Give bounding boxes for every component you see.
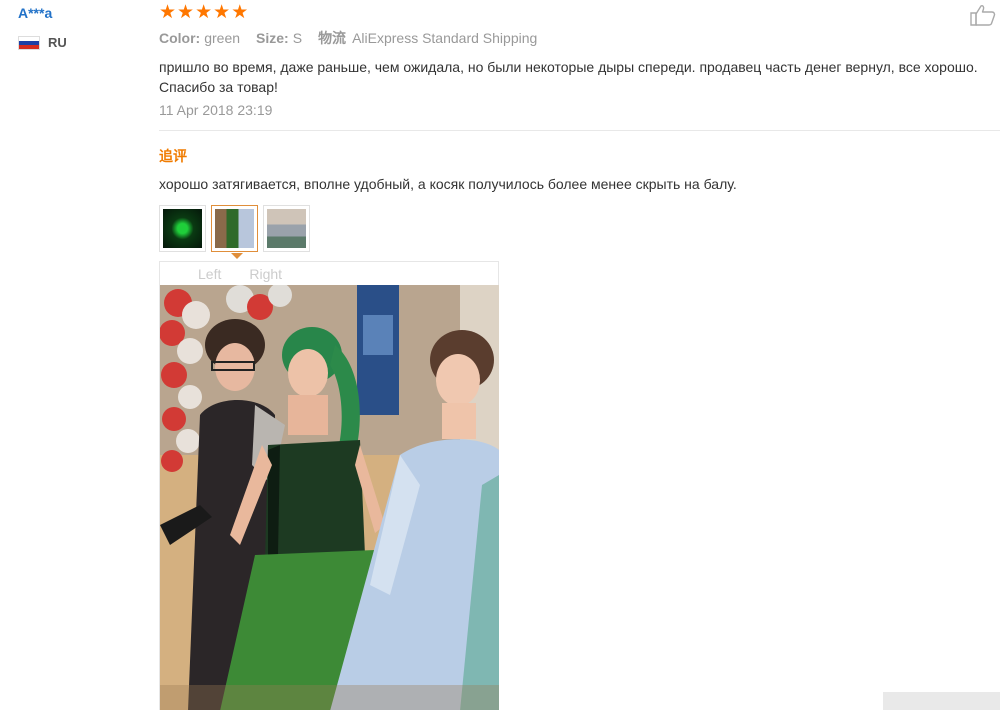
followup-title: 追评 [159,148,187,164]
shipping-value: AliExpress Standard Shipping [352,30,538,46]
star-icon: ★ [177,2,195,23]
rotate-right-button[interactable]: Right [249,266,282,282]
star-icon: ★ [231,2,249,23]
country-code: RU [48,35,67,50]
star-icon: ★ [159,2,177,23]
review-date: 11 Apr 2018 23:19 [159,102,273,118]
thumbnail-image [267,209,306,248]
reviewer-info: A***a RU [18,4,138,50]
image-viewer: Left Right [159,261,499,710]
thumbnail-3[interactable] [263,205,310,252]
shipping-label: 物流 [318,30,347,46]
reviewer-name[interactable]: A***a [18,4,138,22]
reviewer-country: RU [18,35,138,50]
thumbnail-image [163,209,202,248]
followup-text: хорошо затягивается, вполне удобный, а к… [159,176,737,192]
star-rating: ★ ★ ★ ★ ★ [159,3,248,22]
thumbnail-image [215,209,254,248]
thumbnail-1[interactable] [159,205,206,252]
viewer-nav: Left Right [160,262,498,285]
review-text: пришло во время, даже раньше, чем ожидал… [159,59,978,95]
size-value: S [292,30,303,46]
size-label: Size: [256,30,289,46]
color-value: green [204,30,241,46]
active-thumbnail-indicator [231,253,243,259]
page-corner-button[interactable] [883,692,1000,710]
star-icon: ★ [195,2,213,23]
color-label: Color: [159,30,201,46]
review-photo[interactable] [160,285,499,710]
followup-thumbnails [159,205,310,252]
review-meta: Color: green Size: S 物流 AliExpress Stand… [159,28,537,48]
divider [159,130,1000,131]
thumbnail-2[interactable] [211,205,258,252]
review-content: ★ ★ ★ ★ ★ Color: green Size: S 物流 AliExp… [159,0,1000,710]
rotate-left-button[interactable]: Left [198,266,221,282]
thumbs-up-icon[interactable] [970,4,996,26]
russia-flag-icon [18,35,40,50]
star-icon: ★ [213,2,231,23]
